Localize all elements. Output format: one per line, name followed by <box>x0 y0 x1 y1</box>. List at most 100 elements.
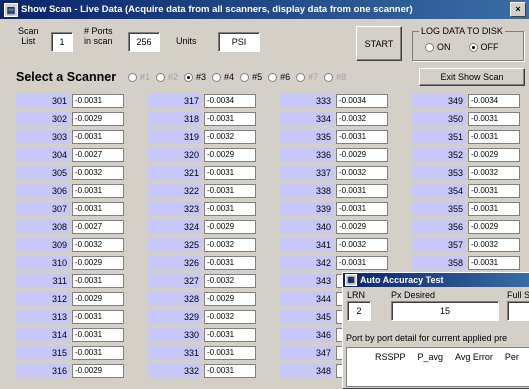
port-value: -0.0029 <box>72 364 124 378</box>
port-row: 315 -0.0031 <box>16 346 124 360</box>
port-number: 347 <box>280 346 334 360</box>
port-row: 340 -0.0029 <box>280 220 388 234</box>
port-number: 308 <box>16 220 70 234</box>
port-row: 355 -0.0031 <box>412 202 520 216</box>
port-number: 345 <box>280 310 334 324</box>
port-row: 342 -0.0031 <box>280 256 388 270</box>
port-row: 330 -0.0031 <box>148 328 256 342</box>
port-row: 310 -0.0029 <box>16 256 124 270</box>
port-number: 330 <box>148 328 202 342</box>
start-button[interactable]: START <box>356 26 402 61</box>
port-row: 309 -0.0032 <box>16 238 124 252</box>
close-icon[interactable]: × <box>510 2 526 17</box>
port-row: 333 -0.0034 <box>280 94 388 108</box>
port-value: -0.0031 <box>468 202 520 216</box>
px-desired-input[interactable]: 15 <box>391 301 499 321</box>
port-value: -0.0029 <box>204 220 256 234</box>
port-value: -0.0032 <box>204 310 256 324</box>
scan-list-label: Scan List <box>18 26 39 46</box>
port-row: 337 -0.0032 <box>280 166 388 180</box>
port-value: -0.0032 <box>72 238 124 252</box>
select-scanner-label: Select a Scanner <box>16 70 117 84</box>
scanner-radio-label: #2 <box>168 72 179 82</box>
log-on-radio[interactable]: ON <box>425 42 451 52</box>
full-scale-label: Full S <box>507 290 529 300</box>
port-value: -0.0034 <box>204 94 256 108</box>
port-value: -0.0032 <box>468 238 520 252</box>
exit-show-scan-button[interactable]: Exit Show Scan <box>419 68 525 86</box>
port-value: -0.0029 <box>468 148 520 162</box>
scanner-radio-6[interactable]: #6 <box>268 72 290 82</box>
lrn-label: LRN <box>347 290 366 300</box>
port-row: 341 -0.0032 <box>280 238 388 252</box>
port-number: 316 <box>16 364 70 378</box>
scanner-radio-label: #1 <box>140 72 151 82</box>
scanner-radio-2: #2 <box>156 72 178 82</box>
radio-icon <box>425 42 434 52</box>
port-number: 358 <box>412 256 466 270</box>
port-value: -0.0031 <box>72 94 124 108</box>
port-number: 354 <box>412 184 466 198</box>
radio-selected-icon <box>468 42 478 52</box>
scanner-radio-3[interactable]: #3 <box>184 72 206 82</box>
radio-icon <box>184 72 194 82</box>
port-number: 318 <box>148 112 202 126</box>
port-row: 350 -0.0031 <box>412 112 520 126</box>
port-value: -0.0029 <box>204 148 256 162</box>
lrn-input[interactable]: 2 <box>347 301 371 321</box>
port-row: 302 -0.0029 <box>16 112 124 126</box>
port-row: 334 -0.0032 <box>280 112 388 126</box>
port-number: 311 <box>16 274 70 288</box>
scanner-radio-label: #6 <box>280 72 291 82</box>
port-number: 337 <box>280 166 334 180</box>
port-value: -0.0031 <box>204 328 256 342</box>
radio-icon <box>212 72 222 82</box>
scanner-radio-4[interactable]: #4 <box>212 72 234 82</box>
popup-col-headers: RSSPP P_avg Avg Error Per <box>347 348 529 362</box>
ports-input[interactable]: 256 <box>128 32 160 52</box>
port-row: 304 -0.0027 <box>16 148 124 162</box>
log-group-label: LOG DATA TO DISK <box>419 26 505 36</box>
scanner-radio-1: #1 <box>128 72 150 82</box>
port-value: -0.0027 <box>72 220 124 234</box>
full-scale-input[interactable] <box>507 301 529 321</box>
radio-icon <box>240 72 250 82</box>
port-row: 354 -0.0031 <box>412 184 520 198</box>
popup-col-header: RSSPP <box>375 352 406 362</box>
port-value: -0.0032 <box>336 166 388 180</box>
port-row: 324 -0.0029 <box>148 220 256 234</box>
port-value: -0.0031 <box>72 184 124 198</box>
port-value: -0.0031 <box>72 328 124 342</box>
scanner-radio-5[interactable]: #5 <box>240 72 262 82</box>
port-number: 329 <box>148 310 202 324</box>
port-row: 339 -0.0031 <box>280 202 388 216</box>
port-row: 356 -0.0029 <box>412 220 520 234</box>
log-off-radio[interactable]: OFF <box>468 42 499 52</box>
port-value: -0.0032 <box>204 130 256 144</box>
scan-list-input[interactable]: 1 <box>51 32 73 52</box>
port-number: 332 <box>148 364 202 378</box>
port-row: 328 -0.0029 <box>148 292 256 306</box>
units-input[interactable]: PSI <box>218 32 260 52</box>
scanner-radio-8: #8 <box>324 72 346 82</box>
app-icon: ▤ <box>4 2 18 17</box>
port-value: -0.0032 <box>204 238 256 252</box>
port-number: 349 <box>412 94 466 108</box>
port-value: -0.0031 <box>72 202 124 216</box>
log-off-label: OFF <box>480 42 499 52</box>
port-row: 353 -0.0032 <box>412 166 520 180</box>
port-value: -0.0031 <box>204 202 256 216</box>
port-value: -0.0029 <box>204 292 256 306</box>
port-row: 312 -0.0029 <box>16 292 124 306</box>
port-row: 358 -0.0031 <box>412 256 520 270</box>
port-number: 323 <box>148 202 202 216</box>
port-row: 301 -0.0031 <box>16 94 124 108</box>
ports-label: # Ports in scan <box>84 26 113 46</box>
port-number: 307 <box>16 202 70 216</box>
port-value: -0.0031 <box>468 256 520 270</box>
popup-title: Auto Accuracy Test <box>360 275 444 285</box>
port-number: 303 <box>16 130 70 144</box>
port-value: -0.0032 <box>204 274 256 288</box>
port-number: 325 <box>148 238 202 252</box>
port-value: -0.0029 <box>72 292 124 306</box>
